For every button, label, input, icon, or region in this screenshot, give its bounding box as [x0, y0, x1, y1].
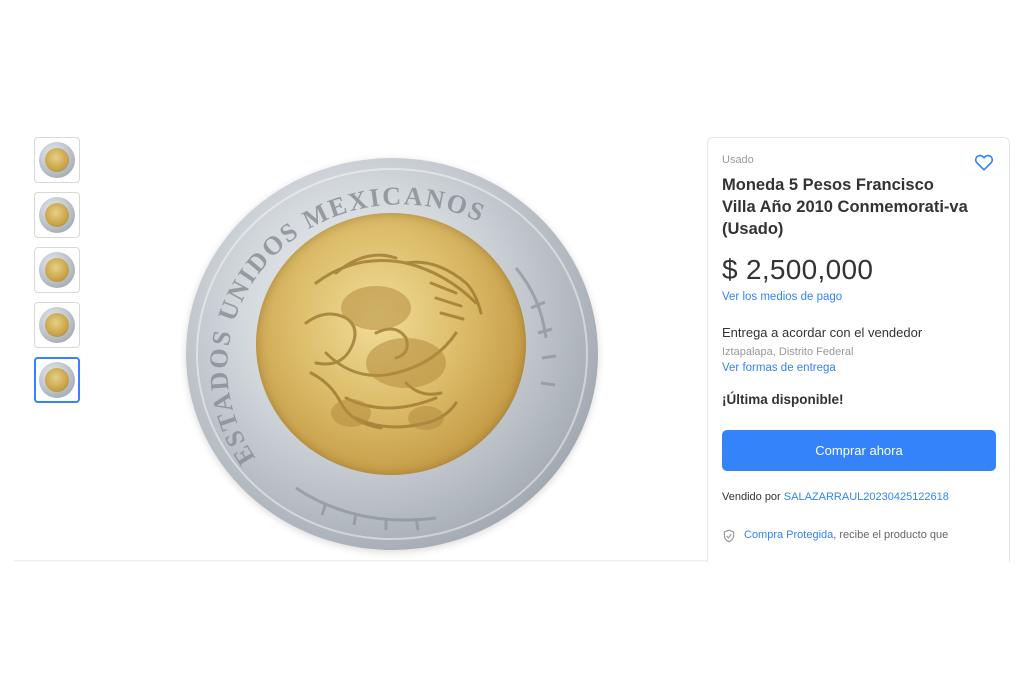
- payment-methods-link[interactable]: Ver los medios de pago: [722, 291, 995, 303]
- stock-status: ¡Última disponible!: [722, 392, 844, 407]
- thumbnail-5[interactable]: [34, 357, 80, 403]
- eagle-emblem: [304, 253, 483, 430]
- thumbnail-2[interactable]: [34, 192, 80, 238]
- coin-gold-center: [256, 213, 526, 475]
- thumbnail-3[interactable]: [34, 247, 80, 293]
- heart-icon[interactable]: [973, 151, 995, 173]
- coin-thumbnail-image: [39, 362, 75, 398]
- protected-purchase-link[interactable]: Compra Protegida: [744, 529, 833, 541]
- thumbnail-4[interactable]: [34, 302, 80, 348]
- item-condition: Usado: [722, 154, 754, 166]
- protected-purchase: Compra Protegida, recibe el producto que: [722, 529, 995, 543]
- seller-info: Vendido por SALAZARRAUL20230425122618: [722, 491, 995, 503]
- seller-link[interactable]: SALAZARRAUL20230425122618: [784, 491, 949, 503]
- buy-now-button[interactable]: Comprar ahora: [722, 430, 996, 471]
- protected-purchase-text: Compra Protegida, recibe el producto que: [744, 529, 948, 541]
- seller-location: Iztapalapa, Distrito Federal: [722, 346, 854, 358]
- thumbnail-1[interactable]: [34, 137, 80, 183]
- delivery-info: Entrega a acordar con el vendedor: [722, 325, 923, 340]
- sold-by-label: Vendido por: [722, 491, 781, 503]
- coin-thumbnail-image: [39, 142, 75, 178]
- coin-thumbnail-image: [39, 252, 75, 288]
- product-price: $ 2,500,000: [722, 254, 874, 285]
- delivery-methods-link[interactable]: Ver formas de entrega: [722, 362, 995, 374]
- coin-thumbnail-image: [39, 307, 75, 343]
- thumbnail-list: [34, 137, 82, 412]
- coin-thumbnail-image: [39, 197, 75, 233]
- buy-box: Usado Moneda 5 Pesos Francisco Villa Año…: [707, 137, 1010, 577]
- page: ESTADOS UNIDOS MEXICANOS Usado Moneda 5 …: [0, 0, 1024, 678]
- product-title: Moneda 5 Pesos Francisco Villa Año 2010 …: [722, 176, 968, 238]
- protected-purchase-description: , recibe el producto que: [833, 529, 949, 541]
- page-bottom-area: [0, 562, 1024, 678]
- shield-check-icon: [723, 529, 735, 543]
- main-product-image[interactable]: ESTADOS UNIDOS MEXICANOS: [186, 158, 606, 550]
